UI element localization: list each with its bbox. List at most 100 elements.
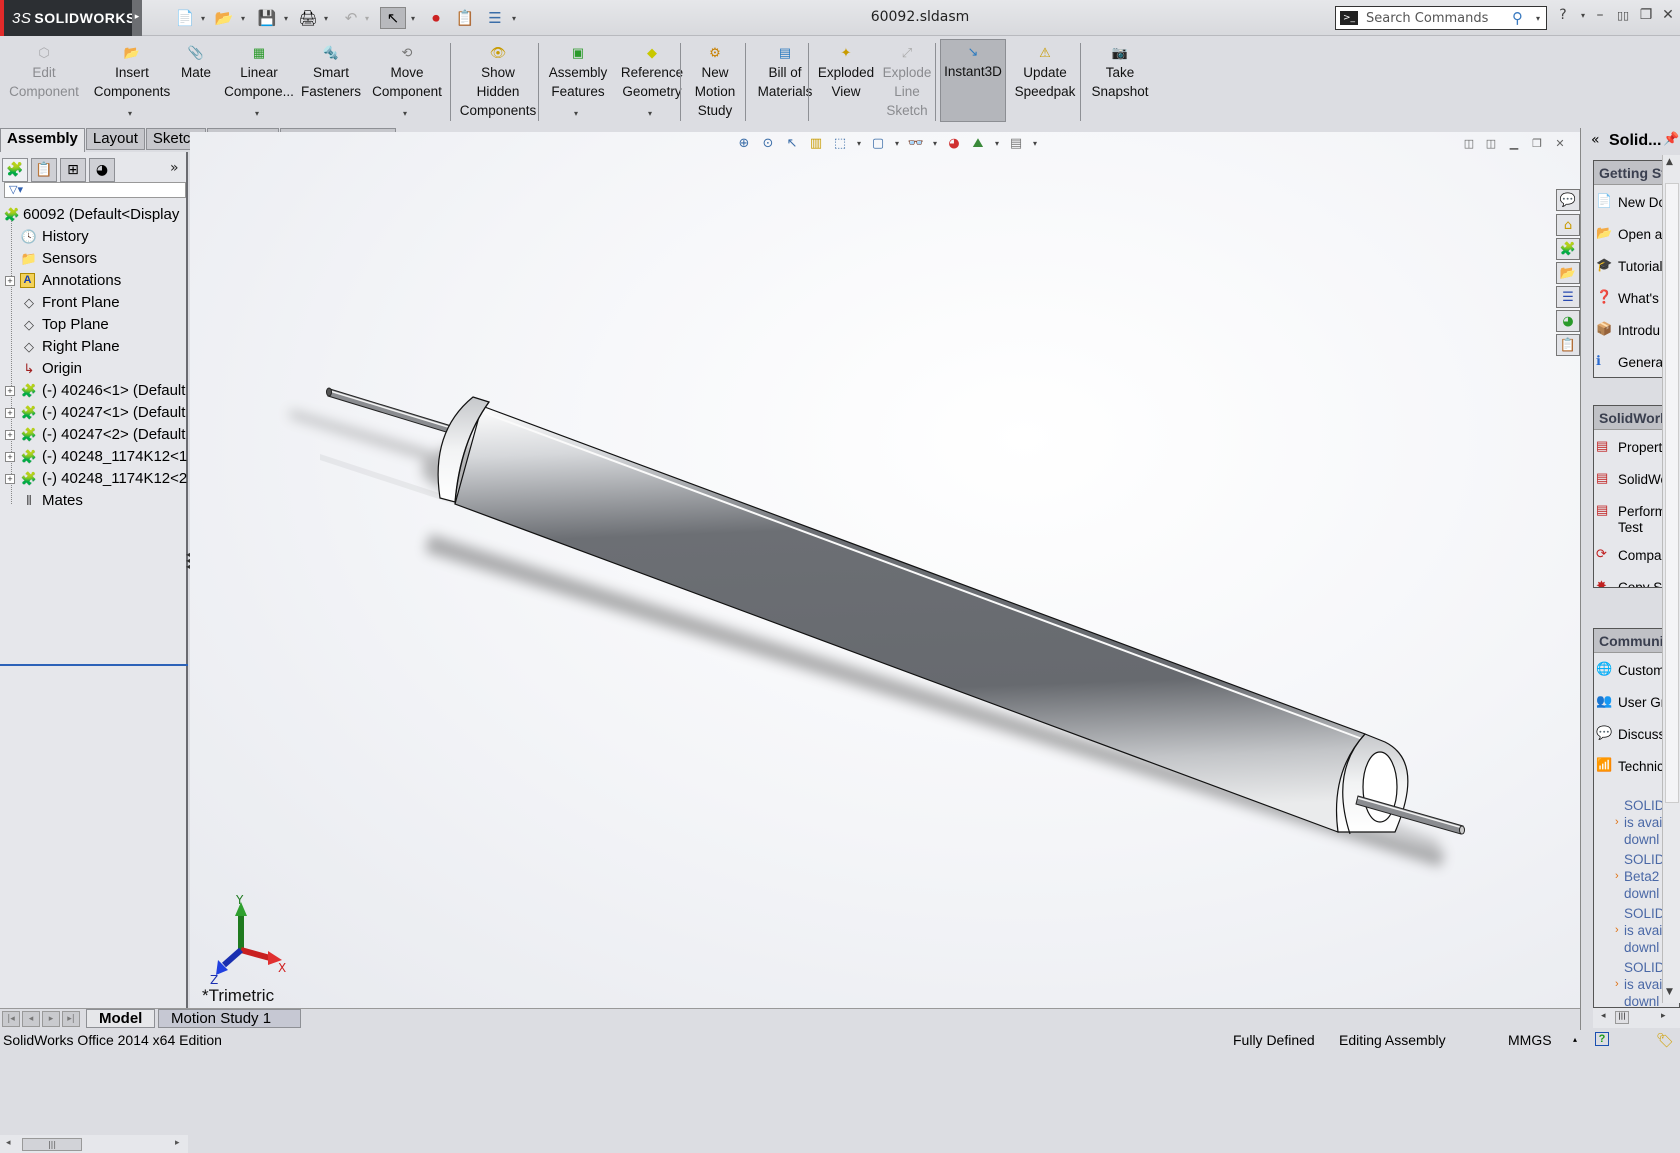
tree-item[interactable]: ⫴ Mates	[0, 490, 188, 512]
tree-item[interactable]: + 🧩 (-) 40246<1> (Default	[0, 380, 188, 402]
tree-item[interactable]: + 🧩 (-) 40247<1> (Default	[0, 402, 188, 424]
edit-appearance-icon[interactable]: ◕	[945, 134, 963, 152]
dropdown-arrow[interactable]: ▾	[128, 104, 132, 123]
print-icon[interactable]: 🖨	[297, 7, 319, 29]
task-pane-resources-tab-icon[interactable]: ⌂	[1556, 214, 1580, 236]
last-tab-button[interactable]: ▸|	[62, 1011, 80, 1027]
viewport-close-button[interactable]: ✕	[1551, 135, 1569, 151]
rebuild-icon[interactable]: ⏺	[425, 7, 447, 29]
new-motion-study-button[interactable]: ⚙ New Motion Study	[690, 41, 740, 121]
close-button[interactable]: ✕	[1657, 4, 1679, 26]
move-component-button[interactable]: ⟲ Move Component ▾	[368, 41, 446, 121]
select-icon[interactable]: ↖	[380, 7, 406, 29]
scroll-left-arrow[interactable]: ◂	[6, 1138, 11, 1148]
next-tab-button[interactable]: ▸	[42, 1011, 60, 1027]
tab-assembly[interactable]: Assembly	[0, 128, 85, 152]
zoom-to-area-icon[interactable]: ⊙	[759, 134, 777, 152]
first-tab-button[interactable]: |◂	[2, 1011, 20, 1027]
pin-icon[interactable]: 📌	[1663, 132, 1679, 147]
configuration-manager-tab-icon[interactable]: ⊞	[60, 158, 86, 182]
expand-icon[interactable]: +	[5, 430, 15, 440]
feature-tree-tab-icon[interactable]: 🧩	[2, 158, 28, 182]
tree-item[interactable]: ◇ Right Plane	[0, 336, 188, 358]
collapse-task-pane-icon[interactable]: «	[1591, 132, 1600, 148]
task-pane-view-palette-tab-icon[interactable]: ☰	[1556, 286, 1580, 308]
task-pane-file-explorer-tab-icon[interactable]: 📂	[1556, 262, 1580, 284]
explode-line-sketch-button[interactable]: ⤢ Explode Line Sketch	[878, 41, 936, 121]
task-pane-horizontal-scrollbar[interactable]: ◂ ||| ▸	[1593, 1008, 1680, 1028]
options-dropdown-arrow[interactable]: ▾	[509, 9, 519, 27]
task-pane-appearances-tab-icon[interactable]: ◕	[1556, 310, 1580, 332]
scrollbar-thumb[interactable]	[1665, 183, 1679, 803]
file-properties-icon[interactable]: 📋	[454, 7, 476, 29]
open-dropdown-arrow[interactable]: ▾	[238, 9, 248, 27]
take-snapshot-button[interactable]: 📷 Take Snapshot	[1085, 41, 1155, 121]
search-icon[interactable]: ⚲	[1512, 9, 1536, 27]
scrollbar-thumb[interactable]: |||	[22, 1138, 82, 1151]
tree-item[interactable]: + 🧩 (-) 40247<2> (Default	[0, 424, 188, 446]
property-manager-tab-icon[interactable]: 📋	[31, 158, 57, 182]
task-pane-vertical-scrollbar[interactable]: ▲ ▼	[1662, 155, 1680, 1003]
rollback-bar[interactable]	[0, 664, 188, 666]
scroll-down-arrow[interactable]: ▼	[1666, 987, 1673, 997]
exploded-view-button[interactable]: ✦ Exploded View	[815, 41, 877, 121]
tree-item[interactable]: + 🧩 (-) 40248_1174K12<1>	[0, 446, 188, 468]
print-dropdown-arrow[interactable]: ▾	[321, 9, 331, 27]
search-input[interactable]: Search Commands	[1366, 11, 1512, 26]
options-icon[interactable]: ☰	[484, 7, 506, 29]
dropdown-arrow[interactable]: ▾	[255, 104, 259, 123]
mate-button[interactable]: 📎 Mate	[176, 41, 216, 121]
show-hidden-components-button[interactable]: 👁 Show Hidden Components	[455, 41, 541, 121]
tree-item[interactable]: ◇ Top Plane	[0, 314, 188, 336]
update-speedpak-button[interactable]: ⚠ Update Speedpak	[1012, 41, 1078, 121]
previous-tab-button[interactable]: ◂	[22, 1011, 40, 1027]
quick-tips-icon[interactable]: ?	[1595, 1032, 1609, 1046]
view-orientation-dropdown[interactable]: ▾	[855, 134, 863, 152]
view-settings-dropdown[interactable]: ▾	[1031, 134, 1039, 152]
expand-icon[interactable]: +	[5, 386, 15, 396]
tree-item[interactable]: 📁 Sensors	[0, 248, 188, 270]
tree-item[interactable]: 🧩 60092 (Default<Display	[0, 204, 188, 226]
viewport-minimize-button[interactable]: ▁	[1505, 135, 1523, 151]
hide-show-dropdown[interactable]: ▾	[931, 134, 939, 152]
tree-item[interactable]: ↳ Origin	[0, 358, 188, 380]
dropdown-arrow[interactable]: ▾	[574, 104, 578, 123]
zoom-to-fit-icon[interactable]: ⊕	[735, 134, 753, 152]
dropdown-arrow[interactable]: ▾	[648, 104, 652, 123]
expand-icon[interactable]: +	[5, 452, 15, 462]
dropdown-arrow[interactable]: ▾	[403, 104, 407, 123]
task-pane-custom-properties-tab-icon[interactable]: 📋	[1556, 334, 1580, 356]
search-dropdown-arrow[interactable]: ▾	[1536, 14, 1546, 23]
view-settings-icon[interactable]: ▤	[1007, 134, 1025, 152]
insert-components-button[interactable]: 📂 Insert Components ▾	[90, 41, 174, 121]
scrollbar-thumb[interactable]: |||	[1615, 1011, 1629, 1024]
help-icon[interactable]: ?	[1552, 4, 1574, 26]
display-style-icon[interactable]: ▢	[869, 134, 887, 152]
previous-view-icon[interactable]: ↖	[783, 134, 801, 152]
new-document-icon[interactable]: 📄	[174, 7, 196, 29]
expand-icon[interactable]: +	[5, 276, 15, 286]
tree-item[interactable]: + 🧩 (-) 40248_1174K12<2>	[0, 468, 188, 490]
minimize-button[interactable]: –	[1589, 4, 1611, 26]
task-pane-communities-tab-icon[interactable]: 💬	[1556, 189, 1580, 211]
scroll-up-arrow[interactable]: ▲	[1666, 157, 1673, 167]
solidworks-logo[interactable]: 3S SOLIDWORKS	[0, 0, 135, 36]
display-manager-tab-icon[interactable]: ◕	[89, 158, 115, 182]
open-document-icon[interactable]: 📂	[213, 7, 235, 29]
viewport-split-right-icon[interactable]: ◫	[1482, 135, 1500, 151]
filter-icon[interactable]: ▽▾	[9, 183, 23, 196]
viewport-restore-button[interactable]: ❐	[1528, 135, 1546, 151]
save-icon[interactable]: 💾	[256, 7, 278, 29]
undo-icon[interactable]: ↶	[340, 7, 362, 29]
view-orientation-icon[interactable]: ⬚	[831, 134, 849, 152]
new-dropdown-arrow[interactable]: ▾	[198, 9, 208, 27]
units-dropdown-arrow[interactable]: ▴	[1573, 1030, 1577, 1050]
apply-scene-dropdown[interactable]: ▾	[993, 134, 1001, 152]
scroll-right-arrow[interactable]: ▸	[175, 1138, 180, 1148]
expand-icon[interactable]: +	[5, 408, 15, 418]
tab-layout[interactable]: Layout	[85, 128, 145, 150]
tile-button[interactable]: ▯▯	[1612, 4, 1634, 26]
section-view-icon[interactable]: ▥	[807, 134, 825, 152]
tree-item[interactable]: + A Annotations	[0, 270, 188, 292]
undo-dropdown-arrow[interactable]: ▾	[362, 9, 372, 27]
